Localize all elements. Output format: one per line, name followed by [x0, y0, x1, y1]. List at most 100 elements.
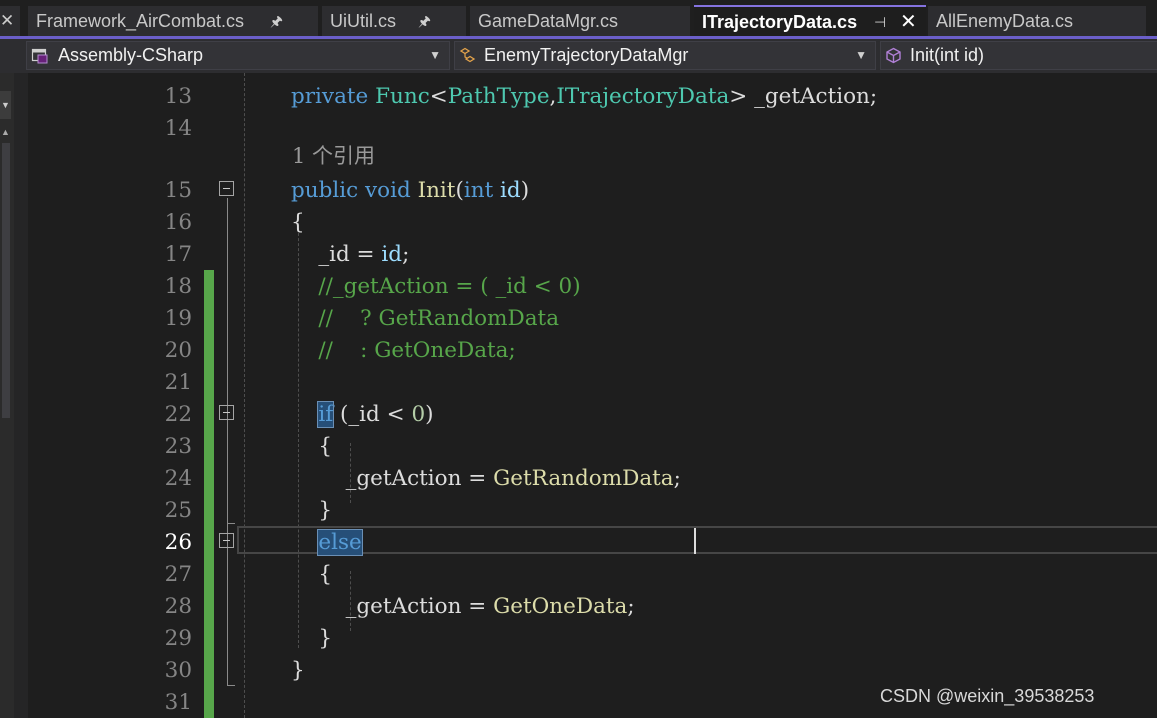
- code-line[interactable]: _id = id;: [291, 239, 409, 271]
- code-line[interactable]: //_getAction = ( _id < 0): [291, 271, 581, 303]
- line-number: 24: [164, 466, 192, 491]
- code-token: //_getAction = ( _id < 0): [291, 274, 581, 299]
- highlighted-keyword: else: [317, 529, 363, 556]
- line-number: 25: [164, 498, 192, 523]
- chevron-down-icon: ▼: [429, 48, 441, 62]
- code-line[interactable]: {: [291, 559, 332, 591]
- tab-label: ITrajectoryData.cs: [702, 12, 858, 32]
- line-number: 18: [164, 274, 192, 299]
- code-line[interactable]: {: [291, 431, 332, 463]
- code-line[interactable]: private Func<PathType,ITrajectoryData> _…: [291, 81, 877, 113]
- code-token: ;: [627, 594, 635, 619]
- code-token: ): [425, 402, 434, 427]
- change-tracking-bar: [204, 270, 214, 718]
- line-number: 14: [164, 116, 192, 141]
- code-token: void: [365, 178, 418, 203]
- code-token: ;: [402, 242, 410, 267]
- line-number: 13: [164, 84, 192, 109]
- collapse-toggle-icon[interactable]: [219, 533, 234, 548]
- code-token: {: [291, 562, 333, 587]
- tab-overflow-close-icon[interactable]: ✕: [0, 6, 20, 36]
- collapse-toggle-icon[interactable]: [219, 405, 234, 420]
- member-dropdown[interactable]: Init(int id): [880, 41, 1157, 70]
- tab-uiutil[interactable]: UiUtil.cs 🖈: [322, 6, 466, 36]
- line-number: 26: [164, 530, 192, 555]
- code-token: id: [500, 178, 521, 203]
- code-token: {: [291, 434, 333, 459]
- code-line[interactable]: }: [291, 623, 332, 655]
- code-token: {: [291, 210, 305, 235]
- code-line[interactable]: public void Init(int id): [291, 175, 529, 207]
- left-side-rail: ▼ ▲: [0, 73, 14, 718]
- code-token: _id =: [291, 242, 382, 267]
- code-token: id: [381, 242, 403, 267]
- code-token: ): [520, 178, 530, 203]
- line-number: 28: [164, 594, 192, 619]
- class-dropdown[interactable]: EnemyTrajectoryDataMgr ▼: [454, 41, 876, 70]
- tab-framework-aircombat[interactable]: Framework_AirCombat.cs 🖈: [28, 6, 318, 36]
- code-token: 0: [411, 402, 426, 427]
- current-line-highlight: [237, 526, 1157, 554]
- code-line[interactable]: // : GetOneData;: [291, 335, 515, 367]
- code-token: private: [291, 84, 376, 109]
- codelens-references[interactable]: 1 个引用: [292, 140, 375, 172]
- code-line[interactable]: {: [291, 207, 305, 239]
- code-token: ITrajectoryData: [556, 84, 730, 109]
- line-number: 20: [164, 338, 192, 363]
- margin-strip: [14, 73, 28, 718]
- code-line[interactable]: _getAction = GetOneData;: [291, 591, 635, 623]
- highlighted-keyword: if: [317, 401, 335, 428]
- code-token: _getAction =: [291, 466, 494, 491]
- tab-itrajectorydata[interactable]: ITrajectoryData.cs ⊣ ✕: [694, 5, 926, 36]
- line-number: 21: [164, 370, 192, 395]
- line-number: 30: [164, 658, 192, 683]
- pin-icon[interactable]: 🖈: [418, 6, 431, 36]
- code-token: Func: [375, 84, 430, 109]
- line-number: 17: [164, 242, 192, 267]
- code-line[interactable]: }: [291, 655, 305, 687]
- tab-allenemydata[interactable]: AllEnemyData.cs: [928, 6, 1146, 36]
- close-tab-icon[interactable]: ✕: [900, 7, 917, 36]
- csharp-project-icon: [31, 48, 48, 64]
- code-editor[interactable]: 1 个引用 13 14 15 16 17 18 19 20 21 22 23 24 25 26 27 28 29…: [28, 73, 1157, 718]
- watermark: CSDN @weixin_39538253: [880, 686, 1095, 706]
- code-line[interactable]: // ? GetRandomData: [291, 303, 559, 335]
- code-token: public: [291, 178, 366, 203]
- scrollbar-thumb[interactable]: [2, 143, 10, 418]
- method-cube-icon: [886, 47, 901, 64]
- line-number: 19: [164, 306, 192, 331]
- outline-tick: [227, 685, 235, 686]
- collapse-toggle-icon[interactable]: [219, 181, 234, 196]
- scroll-up-arrow-icon[interactable]: ▲: [0, 127, 11, 137]
- code-line[interactable]: _getAction = GetRandomData;: [291, 463, 681, 495]
- code-token: GetRandomData: [493, 466, 674, 491]
- code-token: }: [291, 498, 333, 523]
- class-name: EnemyTrajectoryDataMgr: [484, 45, 689, 65]
- code-line[interactable]: else: [291, 527, 363, 559]
- line-number: 23: [164, 434, 192, 459]
- project-dropdown[interactable]: Assembly-CSharp ▼: [26, 41, 450, 70]
- code-token: // ? GetRandomData: [291, 306, 560, 331]
- code-token: GetOneData: [493, 594, 628, 619]
- line-number: 16: [164, 210, 192, 235]
- chevron-down-icon[interactable]: ▼: [0, 91, 11, 119]
- pin-icon[interactable]: 🖈: [270, 6, 283, 36]
- line-number: 15: [164, 178, 192, 203]
- tab-label: AllEnemyData.cs: [936, 11, 1074, 31]
- code-token: _getAction =: [291, 594, 494, 619]
- line-number: 31: [164, 690, 192, 715]
- outline-tick: [227, 523, 235, 524]
- code-token: }: [291, 658, 305, 683]
- code-token: (_id <: [333, 402, 412, 427]
- indent-guide: [244, 73, 245, 718]
- project-name: Assembly-CSharp: [58, 45, 204, 65]
- text-caret: [694, 528, 696, 554]
- pin-icon[interactable]: ⊣: [874, 7, 886, 36]
- tab-gamedatamgr[interactable]: GameDataMgr.cs: [470, 6, 690, 36]
- code-line[interactable]: }: [291, 495, 332, 527]
- member-name: Init(int id): [910, 45, 985, 65]
- code-token: <: [429, 84, 448, 109]
- code-line[interactable]: if (_id < 0): [291, 399, 434, 431]
- code-token: Init: [417, 178, 456, 203]
